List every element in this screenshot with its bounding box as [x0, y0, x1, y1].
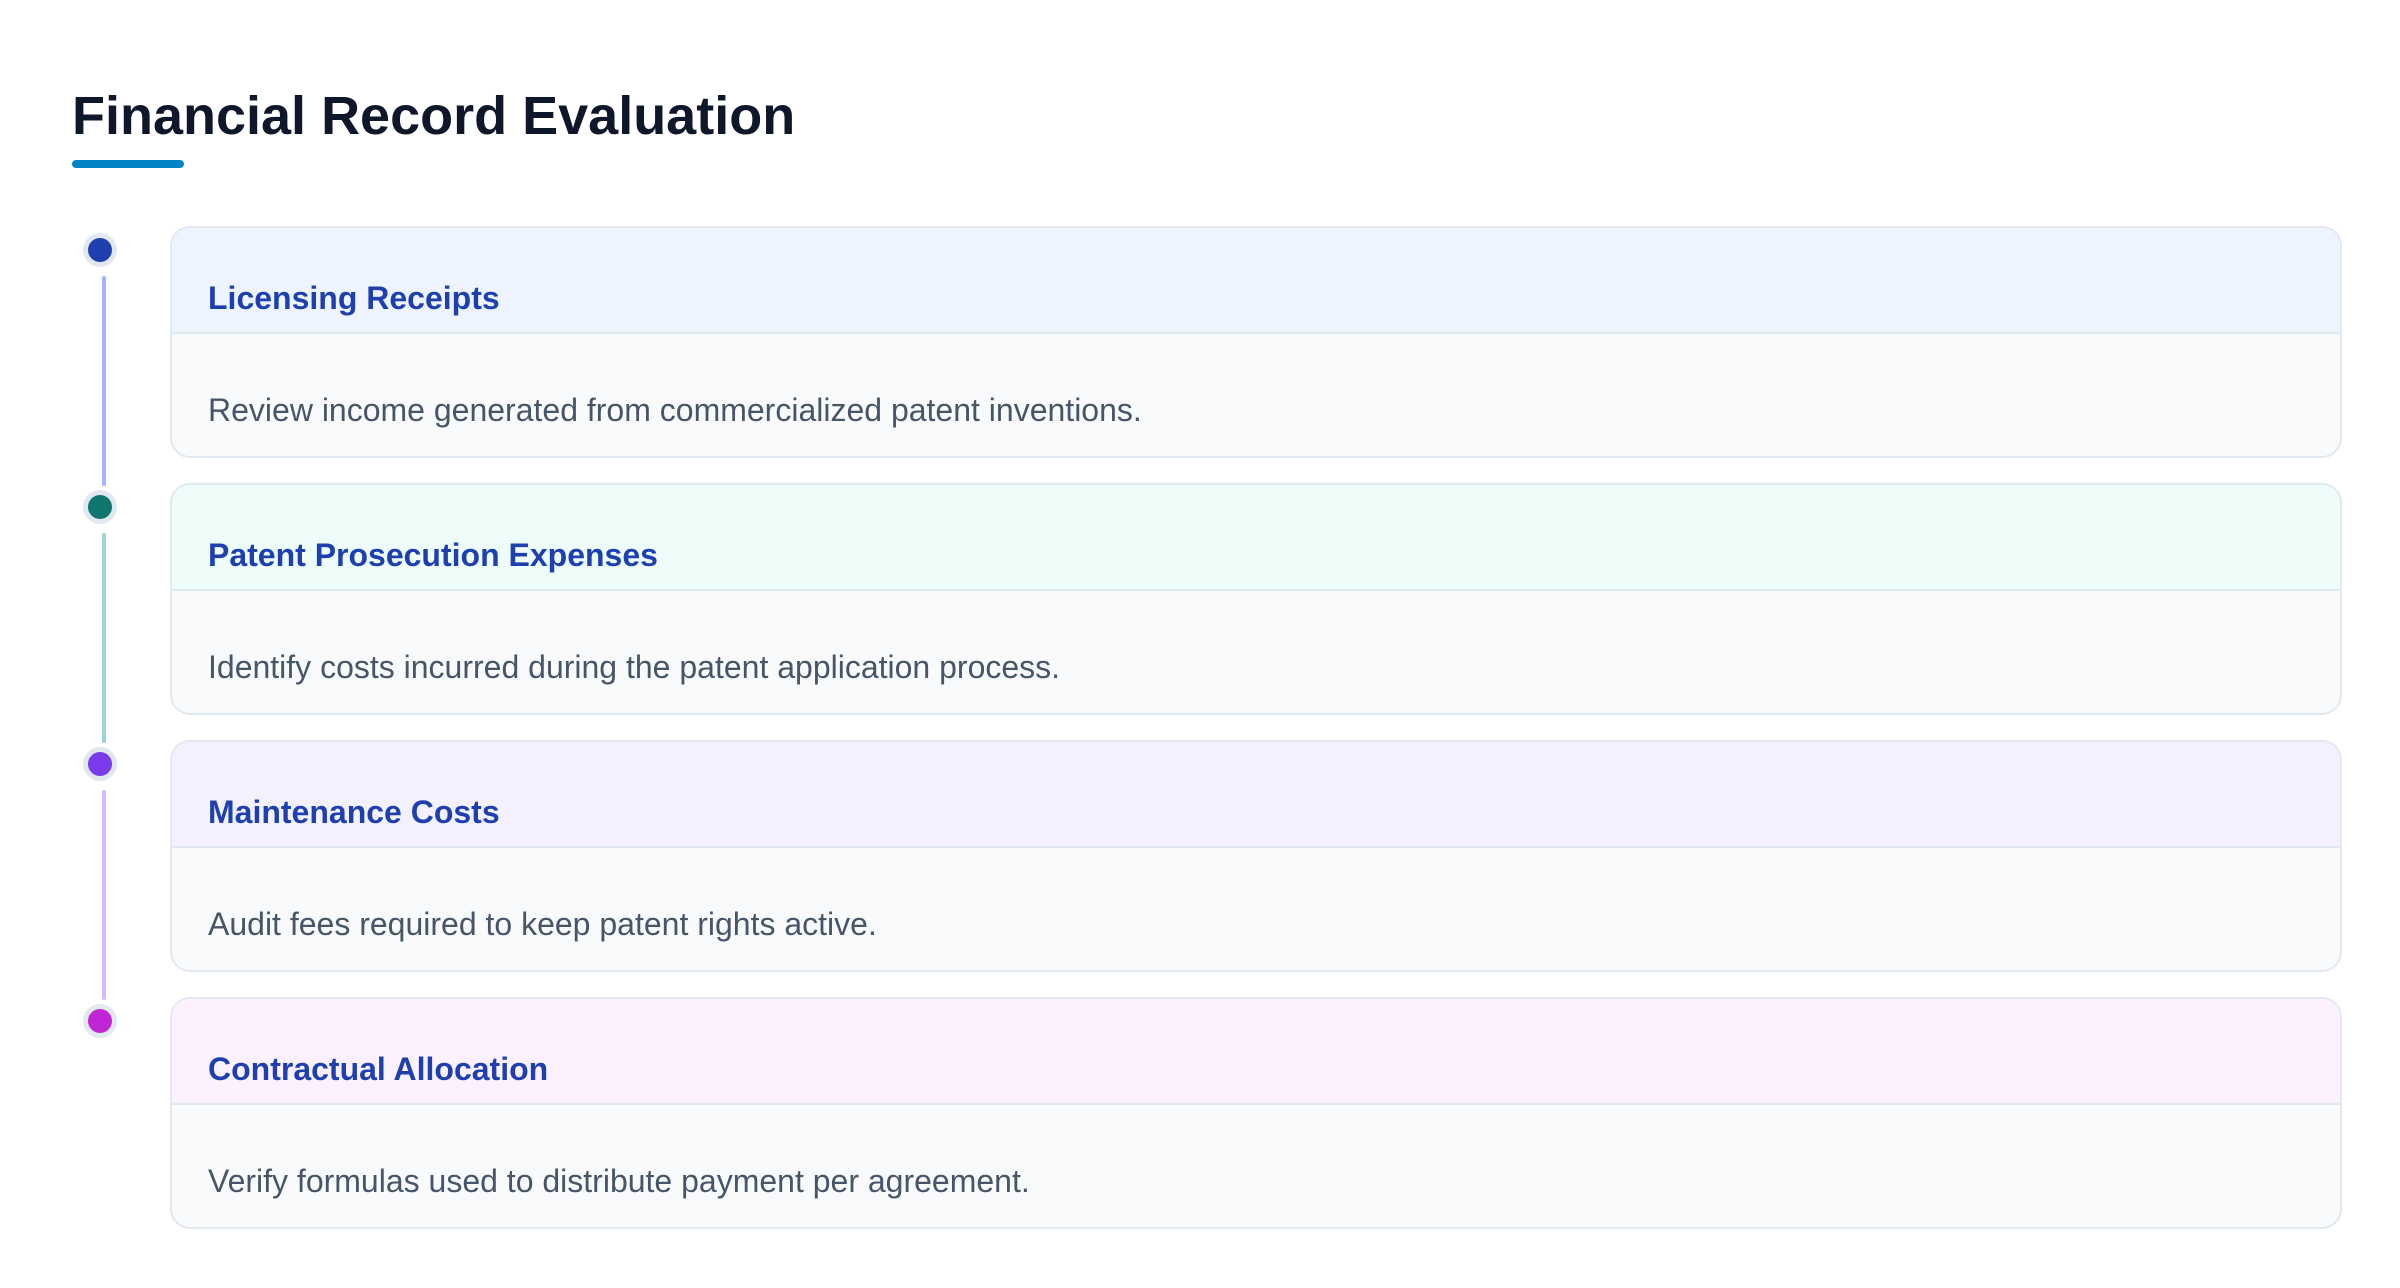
step-title: Contractual Allocation [208, 1051, 549, 1087]
step-title: Maintenance Costs [208, 794, 500, 830]
step-title: Licensing Receipts [208, 280, 500, 316]
timeline-dot [88, 238, 112, 262]
timeline-dot [88, 752, 112, 776]
timeline-connector [102, 276, 106, 486]
timeline-dot [88, 495, 112, 519]
step-title: Patent Prosecution Expenses [208, 537, 658, 573]
step-card-body: Identify costs incurred during the paten… [172, 591, 2340, 687]
step-card: Maintenance Costs Audit fees required to… [170, 740, 2342, 972]
timeline-connector [102, 790, 106, 1000]
step-card-body: Audit fees required to keep patent right… [172, 848, 2340, 944]
step-card-body: Verify formulas used to distribute payme… [172, 1105, 2340, 1201]
timeline-connector [102, 533, 106, 743]
timeline-step-2: Patent Prosecution Expenses Identify cos… [0, 483, 2400, 743]
timeline-step-4: Contractual Allocation Verify formulas u… [0, 997, 2400, 1229]
step-card-body: Review income generated from commerciali… [172, 334, 2340, 430]
timeline-page: Financial Record Evaluation Licensing Re… [0, 0, 2400, 1288]
timeline-dot [88, 1009, 112, 1033]
timeline-step-3: Maintenance Costs Audit fees required to… [0, 740, 2400, 1000]
step-card-header: Maintenance Costs [172, 742, 2340, 848]
step-description: Audit fees required to keep patent right… [208, 906, 877, 942]
timeline: Licensing Receipts Review income generat… [0, 0, 2400, 1288]
step-description: Verify formulas used to distribute payme… [208, 1163, 1030, 1199]
step-card-header: Patent Prosecution Expenses [172, 485, 2340, 591]
timeline-step-1: Licensing Receipts Review income generat… [0, 226, 2400, 486]
step-description: Review income generated from commerciali… [208, 392, 1142, 428]
step-card-header: Contractual Allocation [172, 999, 2340, 1105]
step-card-header: Licensing Receipts [172, 228, 2340, 334]
step-card: Licensing Receipts Review income generat… [170, 226, 2342, 458]
step-card: Contractual Allocation Verify formulas u… [170, 997, 2342, 1229]
step-description: Identify costs incurred during the paten… [208, 649, 1061, 685]
step-card: Patent Prosecution Expenses Identify cos… [170, 483, 2342, 715]
